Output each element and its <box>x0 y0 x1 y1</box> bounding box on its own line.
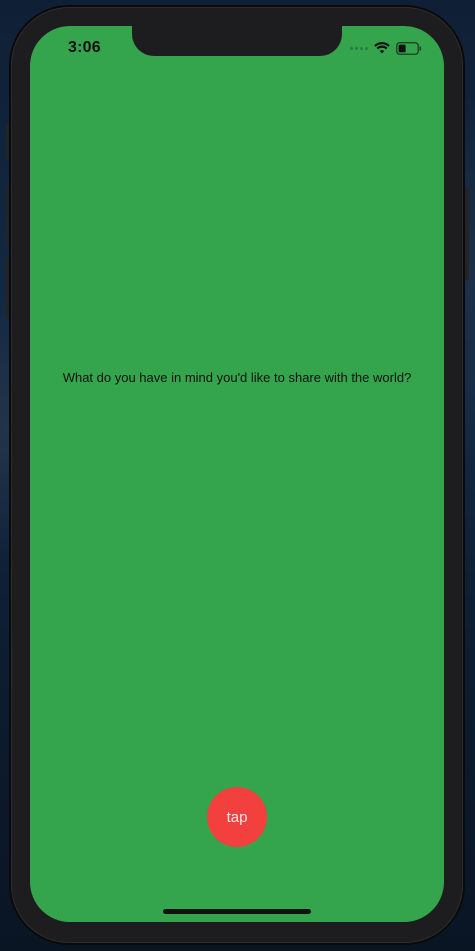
prompt-text: What do you have in mind you'd like to s… <box>62 370 412 385</box>
status-icons <box>350 41 422 55</box>
home-indicator[interactable] <box>163 909 311 914</box>
app-screen: 3:06 What do you have in mind you'd like… <box>30 26 444 922</box>
battery-icon <box>396 41 422 55</box>
tap-button[interactable]: tap <box>207 787 267 847</box>
wifi-icon <box>374 42 390 54</box>
power-button <box>463 188 469 280</box>
status-time: 3:06 <box>68 39 101 56</box>
cellular-signal-icon <box>350 46 368 50</box>
notch <box>132 26 342 56</box>
